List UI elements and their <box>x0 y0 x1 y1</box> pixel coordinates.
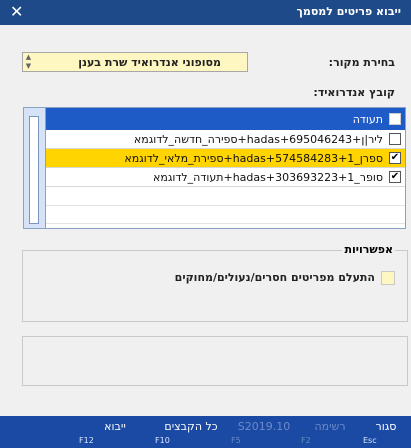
grid-header: תעודה <box>24 108 405 130</box>
all-files-button[interactable]: כל הקבצים F10 <box>153 416 229 448</box>
options-group <box>22 250 408 322</box>
row-text: ספרן_574584283+1+hadas+ספירת_מלאי_לדוגמא <box>124 152 383 165</box>
scrollbar-thumb[interactable] <box>29 116 39 224</box>
import-button[interactable]: ייבוא F12 <box>77 416 153 448</box>
files-label: קובץ אנדרואיד: <box>313 86 395 99</box>
list-button[interactable]: רשימה F2 <box>299 416 361 448</box>
vertical-scrollbar[interactable] <box>24 108 46 228</box>
import-dialog: ייבוא פריטים למסמך ✕ בחירת מקור: מסופוני… <box>0 0 411 448</box>
table-row[interactable]: ליר|ן+695046243+hadas+ספירה_חדשה_לדוגמא <box>24 130 405 149</box>
row-checkbox[interactable]: ✔ <box>389 171 401 183</box>
version-button[interactable]: S2019.10 F5 <box>229 416 299 448</box>
close-button[interactable]: סגור Esc <box>361 416 411 448</box>
title-bar: ייבוא פריטים למסמך ✕ <box>0 0 411 25</box>
row-checkbox[interactable] <box>389 133 401 145</box>
ignore-missing-label: התעלם מפריטים חסרים/נעולים/מחוקים <box>174 271 375 284</box>
source-value: מסופוני אנדרואיד שרת בענן <box>78 56 221 69</box>
table-row[interactable]: ✔ ספרן_574584283+1+hadas+ספירת_מלאי_לדוג… <box>24 149 405 168</box>
empty-row <box>46 188 405 206</box>
ignore-missing-checkbox[interactable] <box>381 271 395 285</box>
files-grid: תעודה ליר|ן+695046243+hadas+ספירה_חדשה_ל… <box>23 107 406 229</box>
select-all-checkbox[interactable] <box>389 113 401 125</box>
close-icon[interactable]: ✕ <box>10 2 23 21</box>
source-label: בחירת מקור: <box>328 56 395 69</box>
empty-row <box>46 206 405 224</box>
bottom-toolbar: סגור Esc רשימה F2 S2019.10 F5 כל הקבצים … <box>0 416 411 448</box>
column-header-document: תעודה <box>352 113 383 126</box>
options-title: אפשרויות <box>342 243 395 256</box>
row-checkbox[interactable]: ✔ <box>389 152 401 164</box>
spinner-arrows-icon[interactable]: ▲ ▼ <box>23 53 34 71</box>
table-row[interactable]: ✔ סופר_303693223+1+hadas+תעודה_לדוגמא <box>24 168 405 187</box>
window-title: ייבוא פריטים למסמך <box>296 5 402 18</box>
row-text: סופר_303693223+1+hadas+תעודה_לדוגמא <box>153 171 383 184</box>
info-panel <box>22 336 408 386</box>
source-select[interactable]: מסופוני אנדרואיד שרת בענן ▲ ▼ <box>22 52 248 72</box>
row-text: ליר|ן+695046243+hadas+ספירה_חדשה_לדוגמא <box>133 133 383 146</box>
